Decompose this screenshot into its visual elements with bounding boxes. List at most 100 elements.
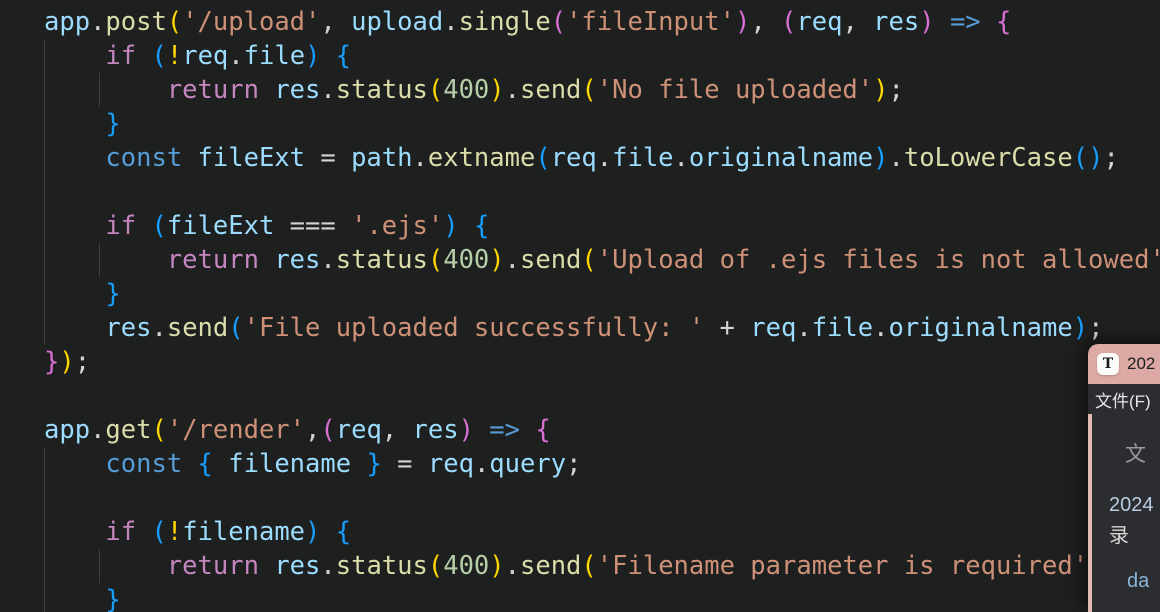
- indent-guide: [44, 243, 45, 277]
- code-token: toLowerCase: [903, 143, 1073, 173]
- code-line: if (fileExt === '.ejs') {: [0, 209, 1160, 243]
- code-token: ): [443, 211, 459, 241]
- overlay-menubar[interactable]: 文件(F): [1088, 384, 1160, 414]
- overlay-titlebar[interactable]: T 202: [1088, 344, 1160, 384]
- code-token: ;: [888, 75, 904, 105]
- code-token: fileExt: [197, 143, 306, 173]
- code-token: query: [489, 449, 567, 479]
- indent-guide: [44, 447, 45, 481]
- code-line: }: [0, 583, 1160, 612]
- code-token: 'Filename parameter is required': [596, 551, 1089, 581]
- code-token: =>: [949, 7, 981, 37]
- code-token: ): [919, 7, 935, 37]
- code-token: filename: [228, 449, 352, 479]
- indent-guide: [44, 515, 45, 549]
- code-token: (: [581, 551, 597, 581]
- document-heading: 文: [1125, 443, 1146, 466]
- code-line: app.post('/upload', upload.single('fileI…: [0, 5, 1160, 39]
- code-token: ): [1072, 313, 1089, 343]
- code-token: (: [581, 75, 597, 105]
- code-token: 400: [443, 245, 490, 275]
- code-token: 'File uploaded successfully: ': [243, 313, 705, 343]
- code-token: }: [44, 347, 60, 377]
- code-token: file: [243, 41, 306, 71]
- code-token: req: [796, 7, 843, 37]
- code-token: file: [612, 143, 674, 173]
- code-token: res: [412, 415, 459, 445]
- code-line: return res.status(400).send('Upload of .…: [0, 243, 1160, 277]
- code-token: originalname: [888, 313, 1073, 343]
- code-token: ,: [320, 7, 352, 37]
- indent-guide: [99, 243, 100, 277]
- code-token: (: [151, 415, 167, 445]
- code-editor[interactable]: app.post('/upload', upload.single('fileI…: [0, 0, 1160, 612]
- code-token: 400: [443, 75, 490, 105]
- document-line-1: 2024: [1109, 494, 1154, 516]
- code-token: }: [105, 109, 121, 139]
- code-token: {: [197, 449, 213, 479]
- code-line: [0, 481, 1160, 515]
- code-token: {: [335, 41, 352, 71]
- code-line: res.send('File uploaded successfully: ' …: [0, 311, 1160, 345]
- code-token: ): [489, 551, 505, 581]
- indent-guide: [99, 549, 100, 583]
- code-token: .: [228, 41, 244, 71]
- overlay-document-body[interactable]: 文 2024 录 da: [1088, 414, 1160, 612]
- code-token: (): [1072, 143, 1104, 173]
- code-token: .: [320, 75, 336, 105]
- code-token: .: [320, 245, 336, 275]
- code-token: ,: [750, 7, 782, 37]
- code-token: 'Upload of .ejs files is not allowed': [596, 245, 1160, 275]
- code-content[interactable]: app.post('/upload', upload.single('fileI…: [0, 5, 1160, 612]
- code-token: }: [105, 279, 121, 309]
- code-token: (: [320, 415, 336, 445]
- code-token: 400: [443, 551, 490, 581]
- code-token: fileExt: [166, 211, 275, 241]
- code-token: 'No file uploaded': [596, 75, 874, 105]
- overlay-window[interactable]: T 202 文件(F) 文 2024 录 da: [1088, 344, 1160, 612]
- code-token: =: [381, 449, 428, 479]
- code-token: .: [873, 313, 889, 343]
- code-token: .: [504, 245, 520, 275]
- code-token: .: [888, 143, 904, 173]
- code-token: .: [504, 75, 520, 105]
- code-token: }: [105, 585, 121, 612]
- code-token: req: [335, 415, 382, 445]
- document-line-3: da: [1127, 570, 1150, 592]
- code-token: {: [535, 415, 551, 445]
- code-token: =>: [489, 415, 521, 445]
- code-token: file: [811, 313, 874, 343]
- code-token: extname: [427, 143, 536, 173]
- code-token: filename: [182, 517, 306, 547]
- code-token: (: [581, 245, 597, 275]
- code-token: (: [166, 7, 183, 37]
- code-line: });: [0, 345, 1160, 379]
- code-token: .: [796, 313, 812, 343]
- code-token: .: [320, 551, 336, 581]
- code-token: .: [473, 449, 490, 479]
- code-token: (: [781, 7, 797, 37]
- indent-guide: [44, 39, 45, 73]
- code-token: return: [166, 551, 259, 581]
- code-token: (: [151, 41, 167, 71]
- menu-item-file[interactable]: 文件(F): [1095, 387, 1151, 412]
- code-token: .: [151, 313, 167, 343]
- code-token: (: [427, 75, 444, 105]
- code-token: send: [520, 245, 582, 275]
- code-token: if: [105, 41, 137, 71]
- code-token: ): [873, 143, 889, 173]
